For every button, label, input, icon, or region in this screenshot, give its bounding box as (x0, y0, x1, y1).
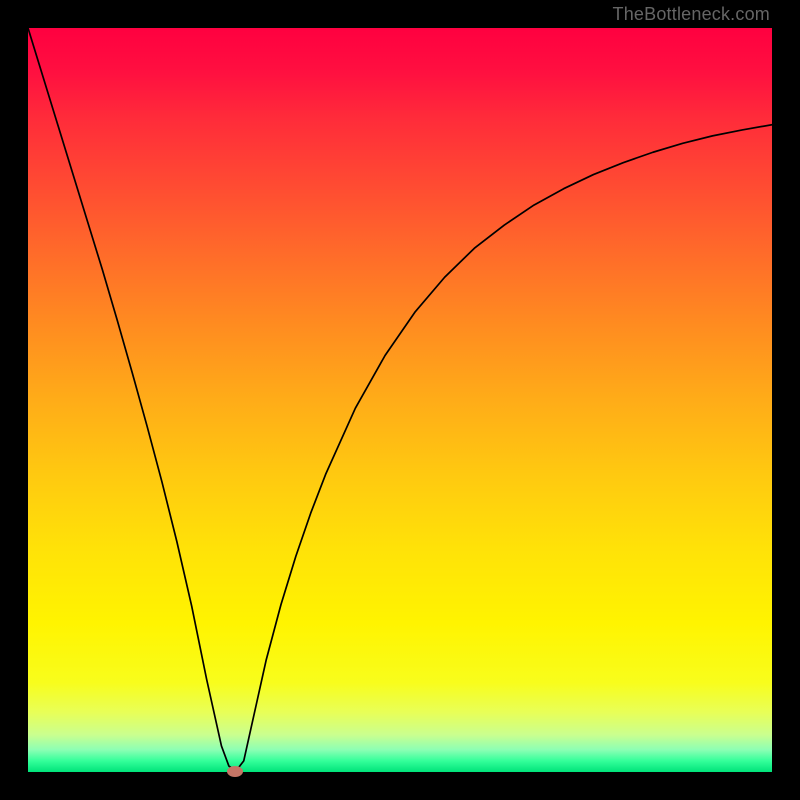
optimum-point-marker (227, 766, 243, 777)
plot-area (28, 28, 772, 772)
watermark-text: TheBottleneck.com (613, 4, 770, 25)
bottleneck-curve (28, 28, 772, 772)
